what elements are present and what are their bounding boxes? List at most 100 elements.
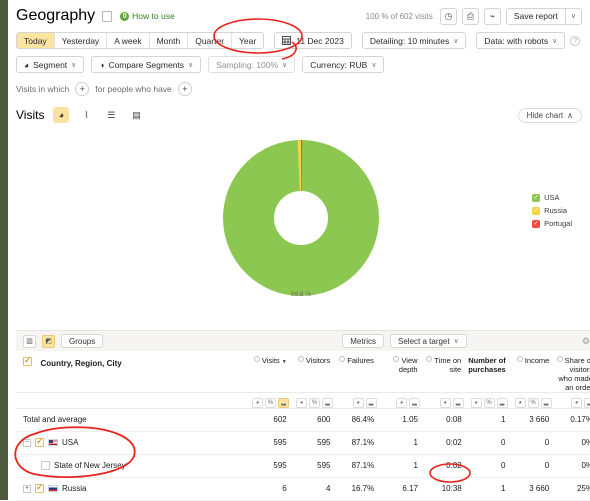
donut-chart[interactable]	[211, 133, 391, 303]
table-row[interactable]: Total and average 602 600 86.4% 1.05 0:0…	[16, 409, 590, 432]
data-dropdown[interactable]: Data: with robots ∨	[476, 32, 565, 49]
bar-mode-icon[interactable]: ▂	[366, 398, 377, 408]
compare-segments-dropdown[interactable]: ◑ Compare Segments ∨	[91, 56, 201, 73]
currency-dropdown[interactable]: Currency: RUB ∨	[302, 56, 384, 73]
pie-mode-icon[interactable]: ◕	[571, 398, 582, 408]
table-row[interactable]: + Russia 6 4 16.7% 6.17 10:38 1 3 660 25…	[16, 478, 590, 501]
report-page: Geography 0 How to use 100 % of 602 visi…	[8, 0, 590, 500]
pie-chart-icon[interactable]: ◕	[53, 107, 69, 123]
segment-dropdown[interactable]: ◕ Segment ∨	[16, 56, 84, 73]
detailing-dropdown[interactable]: Detailing: 10 minutes ∨	[362, 32, 467, 49]
legend-item-portugal[interactable]: ✓ Portugal	[532, 219, 572, 228]
column-header-number-of-purchases[interactable]: Number of purchases	[466, 351, 511, 392]
pie-mode-icon[interactable]: ◕	[252, 398, 263, 408]
tree-view-icon[interactable]: ◩	[42, 335, 55, 348]
bar-mode-icon[interactable]: ▂	[497, 398, 508, 408]
period-tab-a-week[interactable]: A week	[107, 33, 149, 48]
percent-mode-icon[interactable]: %	[309, 398, 320, 408]
metric-modes-visits: ◕ % ▂	[248, 393, 292, 408]
filters-toolbar: ◕ Segment ∨ ◑ Compare Segments ∨ Samplin…	[16, 56, 582, 73]
chevron-down-icon: ∨	[454, 337, 459, 345]
pie-mode-icon[interactable]: ◕	[440, 398, 451, 408]
bookmark-icon[interactable]	[102, 11, 112, 22]
pie-mode-icon[interactable]: ◕	[296, 398, 307, 408]
select-all-checkbox[interactable]	[23, 357, 32, 366]
bar-mode-icon[interactable]: ▂	[541, 398, 552, 408]
bar-chart-icon[interactable]: ☰	[103, 107, 119, 123]
period-tab-quarter[interactable]: Quarter	[188, 33, 232, 48]
how-to-use-label: How to use	[132, 11, 175, 21]
cell-view-depth: 6.17	[379, 478, 423, 493]
row-label: Total and average	[23, 415, 87, 424]
lock-icon[interactable]: ⎙	[462, 8, 479, 25]
select-target-dropdown[interactable]: Select a target ∨	[390, 334, 467, 348]
list-view-icon[interactable]: ▥	[23, 335, 36, 348]
hide-chart-button[interactable]: Hide chart ∧	[518, 108, 582, 123]
info-icon	[298, 356, 304, 362]
add-people-condition-button[interactable]: +	[178, 82, 192, 96]
table-row[interactable]: State of New Jersey 595 595 87.1% 1 0:02…	[16, 455, 590, 478]
save-report-button[interactable]: Save report ∨	[506, 8, 582, 25]
column-header-income[interactable]: Income	[511, 351, 555, 392]
cell-purchases: 1	[467, 478, 511, 493]
metric-modes-purchases: ◕ % ▂	[467, 393, 511, 408]
date-picker-button[interactable]: 11 Dec 2023	[274, 32, 352, 49]
pie-mode-icon[interactable]: ◕	[396, 398, 407, 408]
row-checkbox[interactable]	[41, 461, 50, 470]
percent-mode-icon[interactable]: %	[484, 398, 495, 408]
column-label: Number of purchases	[468, 356, 506, 374]
metric-modes-income: ◕ % ▂	[511, 393, 555, 408]
row-values: 6 4 16.7% 6.17 10:38 1 3 660 25%	[248, 478, 590, 493]
column-header-visits[interactable]: Visits▼	[248, 351, 292, 392]
collapse-row-icon[interactable]: −	[23, 439, 31, 447]
column-header-share-of-visitors[interactable]: Share of visitors who made an order	[554, 351, 590, 392]
table-row[interactable]: − USA 595 595 87.1% 1 0:02 0 0 0%	[16, 432, 590, 455]
row-checkbox[interactable]	[35, 438, 44, 447]
period-tab-year[interactable]: Year	[232, 33, 263, 48]
legend-item-russia[interactable]: ✓ Russia	[532, 206, 572, 215]
clock-icon[interactable]: ◷	[440, 8, 457, 25]
line-chart-icon[interactable]: ⌇	[78, 107, 94, 123]
groups-button[interactable]: Groups	[61, 334, 103, 348]
column-header-visitors[interactable]: Visitors	[292, 351, 336, 392]
bar-mode-icon[interactable]: ▂	[278, 398, 289, 408]
bar-mode-icon[interactable]: ▂	[322, 398, 333, 408]
bar-mode-icon[interactable]: ▂	[453, 398, 464, 408]
chevron-down-icon[interactable]: ∨	[566, 12, 581, 20]
how-to-use-link[interactable]: 0 How to use	[120, 11, 175, 21]
cell-visits: 602	[248, 409, 292, 424]
help-icon[interactable]: ?	[570, 36, 580, 46]
period-tab-yesterday[interactable]: Yesterday	[55, 33, 108, 48]
chevron-down-icon: ∨	[282, 61, 287, 69]
pie-mode-icon[interactable]: ◕	[471, 398, 482, 408]
table-icon[interactable]: ▤	[128, 107, 144, 123]
add-visit-condition-button[interactable]: +	[75, 82, 89, 96]
sampling-dropdown[interactable]: Sampling: 100% ∨	[208, 56, 295, 73]
period-tab-today[interactable]: Today	[17, 33, 55, 48]
row-label: State of New Jersey	[54, 461, 126, 470]
column-header-view-depth[interactable]: View depth	[379, 351, 423, 392]
row-values: 602 600 86.4% 1.05 0:08 1 3 660 0.17%	[248, 409, 590, 424]
gear-icon[interactable]: ⚙	[582, 336, 590, 347]
info-badge-icon: 0	[120, 12, 129, 21]
chevron-down-icon: ∨	[552, 37, 557, 45]
column-header-failures[interactable]: Failures	[335, 351, 379, 392]
bar-mode-icon[interactable]: ▂	[584, 398, 590, 408]
metrics-button[interactable]: Metrics	[342, 334, 384, 348]
row-checkbox[interactable]	[35, 484, 44, 493]
pie-mode-icon[interactable]: ◕	[353, 398, 364, 408]
percent-mode-icon[interactable]: %	[265, 398, 276, 408]
share-icon[interactable]: ⌁	[484, 8, 501, 25]
chart-metric-label: Visits	[16, 108, 44, 122]
pie-mode-icon[interactable]: ◕	[515, 398, 526, 408]
save-report-label: Save report	[507, 11, 565, 21]
percent-mode-icon[interactable]: %	[528, 398, 539, 408]
bar-mode-icon[interactable]: ▂	[409, 398, 420, 408]
table-header-row: Country, Region, City Visits▼ Visitors F…	[16, 351, 590, 393]
currency-label: Currency: RUB	[310, 60, 367, 70]
column-header-time-on-site[interactable]: Time on site	[423, 351, 467, 392]
legend-item-usa[interactable]: ✓ USA	[532, 193, 572, 202]
period-tab-month[interactable]: Month	[150, 33, 189, 48]
expand-row-icon[interactable]: +	[23, 485, 31, 493]
conditions-row: Visits in which + for people who have +	[16, 82, 582, 96]
